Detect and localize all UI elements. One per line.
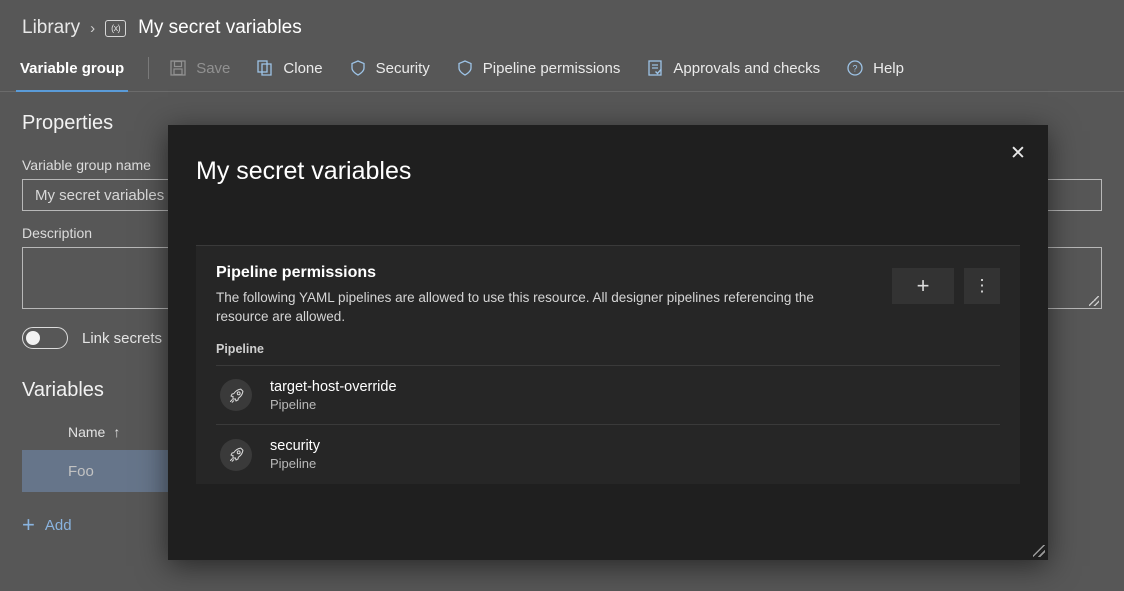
list-item[interactable]: target-host-override Pipeline xyxy=(216,366,1000,426)
toolbar-divider xyxy=(148,57,150,79)
svg-text:?: ? xyxy=(853,64,858,74)
pipeline-type: Pipeline xyxy=(270,396,317,412)
dialog-resize-grip[interactable] xyxy=(1033,545,1045,557)
rocket-icon xyxy=(220,438,252,471)
security-button[interactable]: Security xyxy=(349,59,430,77)
close-icon: ✕ xyxy=(1010,142,1026,164)
approvals-and-checks-button[interactable]: Approvals and checks xyxy=(646,59,820,77)
add-pipeline-button[interactable]: + xyxy=(892,268,954,304)
shield-icon xyxy=(458,60,472,76)
panel-title: Pipeline permissions xyxy=(216,264,377,281)
rocket-icon xyxy=(220,379,252,412)
security-label: Security xyxy=(375,59,430,77)
pipeline-column-header: Pipeline xyxy=(216,342,1000,367)
pipeline-permissions-dialog: ✕ My secret variables Pipeline permissio… xyxy=(168,125,1048,560)
approvals-and-checks-label: Approvals and checks xyxy=(673,59,821,77)
panel-actions: + ⋮ xyxy=(892,268,1000,304)
sort-ascending-icon: ↑ xyxy=(113,424,121,440)
clone-label: Clone xyxy=(283,59,323,77)
plus-icon: + xyxy=(916,273,930,298)
breadcrumb-library-link[interactable]: Library xyxy=(22,17,80,39)
shield-icon xyxy=(350,60,365,76)
textarea-resize-grip[interactable] xyxy=(1089,296,1099,306)
pipeline-type: Pipeline xyxy=(270,456,317,472)
link-secrets-label: Link secrets xyxy=(82,329,163,347)
pipeline-permissions-panel: Pipeline permissions The following YAML … xyxy=(196,245,1020,485)
checklist-icon xyxy=(648,60,663,76)
help-label: Help xyxy=(873,59,904,77)
toolbar: Variable group Save Clone Security Pipel… xyxy=(0,44,1124,92)
pipeline-name: security xyxy=(270,438,320,455)
tab-variable-group[interactable]: Variable group xyxy=(16,44,129,92)
list-item[interactable]: security Pipeline xyxy=(216,425,1000,484)
app-root: Library › (x) My secret variables Variab… xyxy=(0,0,1124,591)
close-button[interactable]: ✕ xyxy=(1002,137,1034,169)
save-button[interactable]: Save xyxy=(169,59,230,77)
page-title: My secret variables xyxy=(138,17,302,38)
tab-active-underline xyxy=(16,90,129,92)
add-label: Add xyxy=(44,516,72,534)
more-vertical-icon: ⋮ xyxy=(973,276,991,295)
pipeline-permissions-label: Pipeline permissions xyxy=(482,59,621,77)
save-label: Save xyxy=(196,59,231,77)
dialog-title: My secret variables xyxy=(196,157,412,185)
column-name-label: Name xyxy=(68,424,106,440)
breadcrumb: Library › (x) My secret variables xyxy=(0,0,1124,44)
panel-description: The following YAML pipelines are allowed… xyxy=(216,290,814,325)
help-button[interactable]: ? Help xyxy=(846,59,904,77)
plus-icon: + xyxy=(22,512,35,537)
save-icon xyxy=(170,60,186,76)
pipeline-permissions-button[interactable]: Pipeline permissions xyxy=(456,59,621,77)
help-circle-icon: ? xyxy=(847,60,863,76)
breadcrumb-separator-icon: › xyxy=(90,19,96,37)
variable-group-icon: (x) xyxy=(105,19,127,37)
panel-header: Pipeline permissions The following YAML … xyxy=(216,264,1000,326)
link-secrets-toggle[interactable] xyxy=(22,327,68,349)
more-options-button[interactable]: ⋮ xyxy=(964,268,1000,304)
clone-button[interactable]: Clone xyxy=(256,59,323,77)
toggle-knob xyxy=(26,331,40,345)
tab-label: Variable group xyxy=(20,59,125,77)
clone-icon xyxy=(257,60,273,76)
variable-name-cell: Foo xyxy=(68,462,94,480)
pipeline-name: target-host-override xyxy=(270,378,397,395)
